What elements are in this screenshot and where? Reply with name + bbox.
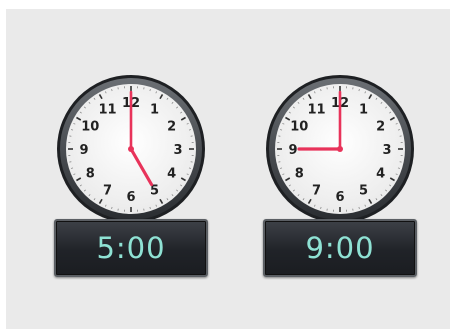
clock-number: 1 xyxy=(359,102,368,117)
clock-number: 3 xyxy=(382,143,391,158)
digital-display-2: 9:00 xyxy=(263,219,417,277)
clock-number: 10 xyxy=(81,120,99,135)
clock-number: 8 xyxy=(86,167,95,182)
analog-clock-2: 121234567891011 xyxy=(266,75,414,221)
clock-number: 5 xyxy=(359,184,368,199)
clock-number: 3 xyxy=(173,143,182,158)
clock-1: 121234567891011 5:00 xyxy=(50,71,212,281)
clock-number: 7 xyxy=(312,184,321,199)
clock-number: 8 xyxy=(295,167,304,182)
clock-2: 121234567891011 9:00 xyxy=(259,71,421,281)
clock-number: 2 xyxy=(376,120,385,135)
clock-number: 11 xyxy=(98,102,116,117)
clock-number: 7 xyxy=(103,184,112,199)
clock-number: 10 xyxy=(290,120,308,135)
clock-1-center-pin xyxy=(128,146,134,152)
digital-time-2: 9:00 xyxy=(305,231,375,265)
digital-display-1: 5:00 xyxy=(54,219,208,277)
clock-number: 11 xyxy=(307,102,325,117)
clock-number: 9 xyxy=(288,143,297,158)
clock-number: 6 xyxy=(335,190,344,205)
clock-number: 9 xyxy=(79,143,88,158)
clock-2-center-pin xyxy=(337,146,343,152)
clocks-panel: 121234567891011 5:00 xyxy=(6,9,450,329)
clock-number: 4 xyxy=(376,167,385,182)
clock-number: 4 xyxy=(167,167,176,182)
digital-time-1: 5:00 xyxy=(96,231,166,265)
clock-number: 6 xyxy=(126,190,135,205)
clock-number: 1 xyxy=(150,102,159,117)
clock-number: 2 xyxy=(167,120,176,135)
analog-clock-1: 121234567891011 xyxy=(57,75,205,221)
